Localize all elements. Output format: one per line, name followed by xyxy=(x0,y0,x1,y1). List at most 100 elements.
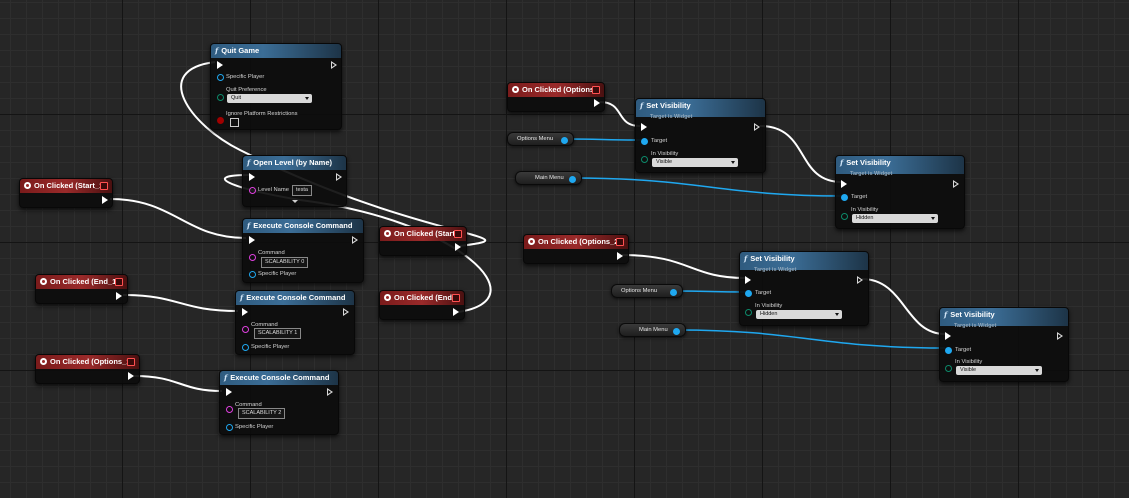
event-header[interactable]: On Clicked (Options_1) xyxy=(36,355,139,369)
delegate-pin[interactable] xyxy=(115,278,123,286)
specific-player-pin[interactable] xyxy=(242,344,249,351)
output-pin[interactable] xyxy=(670,288,677,296)
exec-out-pin[interactable] xyxy=(116,292,122,300)
event-header[interactable]: On Clicked (Options_2) xyxy=(524,235,628,249)
on-clicked-options-node[interactable]: On Clicked (Options) xyxy=(507,82,605,112)
execute-console-command-node-3[interactable]: f Execute Console Command Command SCALABI… xyxy=(219,370,339,435)
command-pin[interactable] xyxy=(226,406,233,413)
command-pin[interactable] xyxy=(249,254,256,261)
specific-player-pin[interactable] xyxy=(226,424,233,431)
specific-player-pin[interactable] xyxy=(249,271,256,278)
blueprint-graph-canvas[interactable]: f Quit Game Specific Player Quit Preferen… xyxy=(0,0,1129,498)
node-header[interactable]: f Execute Console Command xyxy=(236,291,354,305)
visibility-dropdown[interactable]: Hidden xyxy=(756,310,842,319)
command-pin[interactable] xyxy=(242,326,249,333)
ignore-restrictions-checkbox[interactable] xyxy=(230,118,239,127)
output-pin[interactable] xyxy=(569,175,576,183)
output-pin[interactable] xyxy=(673,327,680,335)
quit-preference-dropdown[interactable]: Quit xyxy=(227,94,312,103)
exec-out-pin[interactable] xyxy=(453,308,459,316)
delegate-pin[interactable] xyxy=(100,182,108,190)
execute-console-command-node-2[interactable]: f Execute Console Command Command SCALABI… xyxy=(235,290,355,355)
on-clicked-start-1-node[interactable]: On Clicked (Start_1) xyxy=(19,178,113,208)
delegate-pin[interactable] xyxy=(592,86,600,94)
exec-out-pin[interactable] xyxy=(1057,332,1063,340)
exec-out-pin[interactable] xyxy=(102,196,108,204)
delegate-pin[interactable] xyxy=(616,238,624,246)
exec-out-pin[interactable] xyxy=(455,243,461,251)
delegate-pin[interactable] xyxy=(127,358,135,366)
exec-out-pin[interactable] xyxy=(128,372,134,380)
open-level-header[interactable]: f Open Level (by Name) xyxy=(243,156,346,170)
node-header[interactable]: f Set Visibility Target is Widget xyxy=(836,156,964,177)
quit-game-header[interactable]: f Quit Game xyxy=(211,44,341,58)
visibility-pin[interactable] xyxy=(641,156,648,163)
exec-in-pin[interactable] xyxy=(249,236,255,244)
quit-game-node[interactable]: f Quit Game Specific Player Quit Preferen… xyxy=(210,43,342,130)
node-header[interactable]: f Execute Console Command xyxy=(243,219,363,233)
command-field[interactable]: SCALABILITY 2 xyxy=(238,408,286,419)
command-field[interactable]: SCALABILITY 0 xyxy=(261,257,309,268)
node-header[interactable]: f Execute Console Command xyxy=(220,371,338,385)
on-clicked-end-1-node[interactable]: On Clicked (End_1) xyxy=(35,274,128,304)
exec-out-pin[interactable] xyxy=(754,123,760,131)
ignore-restrictions-pin[interactable] xyxy=(217,117,224,124)
exec-in-pin[interactable] xyxy=(249,173,255,181)
on-clicked-end-node[interactable]: On Clicked (End) xyxy=(379,290,465,320)
exec-in-pin[interactable] xyxy=(745,276,751,284)
specific-player-pin[interactable] xyxy=(217,74,224,81)
delegate-pin[interactable] xyxy=(454,230,462,238)
visibility-dropdown[interactable]: Hidden xyxy=(852,214,938,223)
on-clicked-options-2-node[interactable]: On Clicked (Options_2) xyxy=(523,234,629,264)
set-visibility-node-2[interactable]: f Set Visibility Target is Widget Target I… xyxy=(835,155,965,229)
visibility-dropdown[interactable]: Visible xyxy=(956,366,1042,375)
delegate-pin[interactable] xyxy=(452,294,460,302)
event-header[interactable]: On Clicked (End_1) xyxy=(36,275,127,289)
options-menu-variable-2[interactable]: Options Menu xyxy=(611,284,683,298)
event-header[interactable]: On Clicked (Start_1) xyxy=(20,179,112,193)
target-pin[interactable] xyxy=(745,290,752,297)
visibility-dropdown[interactable]: Visible xyxy=(652,158,738,167)
exec-out-pin[interactable] xyxy=(857,276,863,284)
target-pin[interactable] xyxy=(841,194,848,201)
command-field[interactable]: SCALABILITY 1 xyxy=(254,328,302,339)
event-header[interactable]: On Clicked (End) xyxy=(380,291,464,305)
main-menu-variable-1[interactable]: Main Menu xyxy=(515,171,582,185)
level-name-pin[interactable] xyxy=(249,187,256,194)
node-header[interactable]: f Set Visibility Target is Widget xyxy=(940,308,1068,329)
on-clicked-start-node[interactable]: On Clicked (Start) xyxy=(379,226,467,256)
exec-out-pin[interactable] xyxy=(352,236,358,244)
visibility-pin[interactable] xyxy=(841,213,848,220)
level-name-field[interactable]: testa xyxy=(292,185,312,196)
exec-in-pin[interactable] xyxy=(641,123,647,131)
visibility-pin[interactable] xyxy=(745,309,752,316)
event-header[interactable]: On Clicked (Start) xyxy=(380,227,466,241)
exec-in-pin[interactable] xyxy=(242,308,248,316)
exec-out-pin[interactable] xyxy=(594,99,600,107)
node-header[interactable]: f Set Visibility Target is Widget xyxy=(636,99,765,120)
on-clicked-options-1-node[interactable]: On Clicked (Options_1) xyxy=(35,354,140,384)
set-visibility-node-3[interactable]: f Set Visibility Target is Widget Target I… xyxy=(739,251,869,326)
exec-out-pin[interactable] xyxy=(343,308,349,316)
set-visibility-node-1[interactable]: f Set Visibility Target is Widget Target I… xyxy=(635,98,766,173)
quit-preference-pin[interactable] xyxy=(217,94,224,101)
target-pin[interactable] xyxy=(945,347,952,354)
main-menu-variable-2[interactable]: Main Menu xyxy=(619,323,686,337)
open-level-node[interactable]: f Open Level (by Name) Level Name testa xyxy=(242,155,347,207)
target-pin[interactable] xyxy=(641,138,648,145)
exec-out-pin[interactable] xyxy=(953,180,959,188)
visibility-pin[interactable] xyxy=(945,365,952,372)
exec-in-pin[interactable] xyxy=(217,61,223,69)
event-header[interactable]: On Clicked (Options) xyxy=(508,83,604,97)
node-header[interactable]: f Set Visibility Target is Widget xyxy=(740,252,868,273)
exec-out-pin[interactable] xyxy=(331,61,337,69)
output-pin[interactable] xyxy=(561,136,568,144)
chevron-down-icon[interactable] xyxy=(292,200,298,203)
set-visibility-node-4[interactable]: f Set Visibility Target is Widget Target I… xyxy=(939,307,1069,382)
options-menu-variable-1[interactable]: Options Menu xyxy=(507,132,574,146)
exec-in-pin[interactable] xyxy=(841,180,847,188)
exec-out-pin[interactable] xyxy=(327,388,333,396)
exec-in-pin[interactable] xyxy=(945,332,951,340)
execute-console-command-node-1[interactable]: f Execute Console Command Command SCALABI… xyxy=(242,218,364,283)
exec-out-pin[interactable] xyxy=(617,252,623,260)
